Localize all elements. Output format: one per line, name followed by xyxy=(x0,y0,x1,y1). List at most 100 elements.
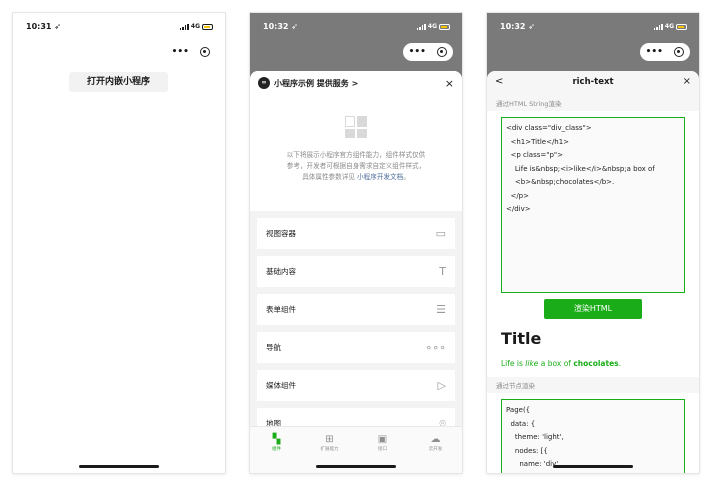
tab-label: 接口 xyxy=(378,447,387,452)
text-icon: T xyxy=(439,265,446,278)
rendered-italic-text: like xyxy=(525,359,539,368)
code-line: theme: 'light', xyxy=(506,433,564,441)
more-dots-icon: ∘∘∘ xyxy=(425,341,446,354)
mini-program-capsule: ••• xyxy=(403,43,453,61)
code-line: Life is&nbsp;<i>like</i>&nbsp;a box of xyxy=(506,164,655,173)
play-icon: ▷ xyxy=(437,379,446,392)
code-line: <p class="p"> xyxy=(506,151,563,159)
status-bar: 10:32 ➶ 4G xyxy=(250,13,462,41)
code-line: Page({ xyxy=(506,406,531,414)
list-item[interactable]: 媒体组件 ▷ xyxy=(257,370,455,401)
mini-program-logo-icon: ∞ xyxy=(258,77,270,89)
page-nav-bar: < rich-text × xyxy=(487,71,699,95)
tab-label: 组件 xyxy=(272,447,281,452)
list-item[interactable]: 基础内容 T xyxy=(257,256,455,287)
code-line: <b>&nbsp;chocolates</b>. xyxy=(506,178,615,186)
sheet-header[interactable]: ∞ 小程序示例 提供服务 > × xyxy=(250,71,462,95)
home-indicator[interactable] xyxy=(79,465,159,468)
list-item-label: 基础内容 xyxy=(266,267,296,276)
component-category-list: 视图容器 ▭ 基础内容 T 表单组件 ☰ 导航 ∘∘∘ 媒体组件 ▷ 地图 ⌾ xyxy=(250,218,462,439)
component-icon: ▚ xyxy=(272,434,281,445)
page-title: rich-text xyxy=(572,77,614,87)
status-time: 10:32 ➶ xyxy=(263,22,298,31)
more-dots-icon[interactable]: ••• xyxy=(172,47,189,57)
list-item-label: 导航 xyxy=(266,343,281,352)
network-status: 4G xyxy=(179,23,213,30)
rendered-title: Title xyxy=(501,329,542,348)
rich-text-page: < rich-text × 通过HTML String渲染 <div class… xyxy=(487,71,699,473)
code-line: </div> xyxy=(506,205,531,213)
list-item[interactable]: 表单组件 ☰ xyxy=(257,294,455,325)
more-dots-icon[interactable]: ••• xyxy=(409,47,426,57)
phone-screen-3: 10:32 ➶ 4G ••• < rich-text × 通过HTML Stri… xyxy=(487,13,699,473)
section-label-html-string: 通过HTML String渲染 xyxy=(487,95,699,111)
open-embedded-mini-program-button[interactable]: 打开内嵌小程序 xyxy=(69,72,168,92)
close-target-icon[interactable] xyxy=(437,47,448,57)
network-status: 4G xyxy=(416,23,450,30)
battery-icon xyxy=(439,23,450,30)
code-line: </p> xyxy=(506,191,529,200)
components-logo-icon xyxy=(345,116,367,138)
tab-cloud[interactable]: ☁ 云开发 xyxy=(416,434,456,473)
status-bar: 10:31 ➶ 4G xyxy=(13,13,225,41)
nodes-textarea[interactable]: Page({ data: { theme: 'light', nodes: [{… xyxy=(501,399,685,473)
list-item-label: 媒体组件 xyxy=(266,381,296,390)
section-label-nodes: 通过节点渲染 xyxy=(487,377,699,393)
intro-text: 以下将展示小程序官方组件能力，组件样式仅供 参考，开发者可根据自身需求自定义组件… xyxy=(268,150,444,183)
intro-section: 以下将展示小程序官方组件能力，组件样式仅供 参考，开发者可根据自身需求自定义组件… xyxy=(250,95,462,211)
location-arrow-icon: ➶ xyxy=(291,22,298,31)
dev-docs-link[interactable]: 小程序开发文档 xyxy=(357,173,403,181)
list-item-label: 视图容器 xyxy=(266,229,296,238)
location-arrow-icon: ➶ xyxy=(528,22,535,31)
rendered-text: a box of xyxy=(538,359,574,368)
tab-label: 扩展能力 xyxy=(320,447,339,452)
status-bar: 10:32 ➶ 4G xyxy=(487,13,699,41)
list-item[interactable]: 视图容器 ▭ xyxy=(257,218,455,249)
home-indicator[interactable] xyxy=(553,465,633,468)
signal-icon xyxy=(653,23,663,30)
signal-icon xyxy=(179,23,189,30)
battery-icon xyxy=(202,23,213,30)
home-indicator[interactable] xyxy=(316,465,396,468)
extension-icon: ⊞ xyxy=(325,434,334,445)
list-item-label: 表单组件 xyxy=(266,305,296,314)
render-html-button[interactable]: 渲染HTML xyxy=(544,299,642,319)
intro-line: 以下将展示小程序官方组件能力，组件样式仅供 xyxy=(286,151,426,159)
code-line: nodes: [{ xyxy=(506,446,548,455)
location-arrow-icon: ➶ xyxy=(54,22,61,31)
list-item[interactable]: 导航 ∘∘∘ xyxy=(257,332,455,363)
rendered-text: . xyxy=(618,359,622,368)
close-icon[interactable]: × xyxy=(445,77,454,90)
network-type: 4G xyxy=(190,23,200,30)
view-container-icon: ▭ xyxy=(435,227,446,240)
mini-program-capsule: ••• xyxy=(166,43,216,61)
cloud-icon: ☁ xyxy=(430,434,441,445)
phone-screen-2: 10:32 ➶ 4G ••• ∞ 小程序示例 提供服务 > × 以下将展示小程序… xyxy=(250,13,462,473)
api-icon: ▣ xyxy=(377,434,388,445)
tab-label: 云开发 xyxy=(428,447,443,452)
embedded-mini-program-sheet: ∞ 小程序示例 提供服务 > × 以下将展示小程序官方组件能力，组件样式仅供 参… xyxy=(250,71,462,473)
network-status: 4G xyxy=(653,23,687,30)
sheet-header-title[interactable]: 小程序示例 提供服务 > xyxy=(274,78,358,89)
more-dots-icon[interactable]: ••• xyxy=(646,47,663,57)
close-target-icon[interactable] xyxy=(200,47,211,57)
intro-line: 参考，开发者可根据自身需求自定义组件样式， xyxy=(286,162,426,170)
battery-icon xyxy=(676,23,687,30)
network-type: 4G xyxy=(427,23,437,30)
html-string-textarea[interactable]: <div class="div_class"> <h1>Title</h1> <… xyxy=(501,117,685,293)
tab-components[interactable]: ▚ 组件 xyxy=(257,434,297,473)
code-line: <h1>Title</h1> xyxy=(506,137,570,146)
intro-line-text: 具体属性参数详见 xyxy=(302,173,355,181)
rendered-bold-text: chocolates xyxy=(573,359,619,368)
mini-program-capsule: ••• xyxy=(640,43,690,61)
close-icon[interactable]: × xyxy=(683,76,691,87)
phone-screen-1: 10:31 ➶ 4G ••• 打开内嵌小程序 xyxy=(13,13,225,473)
intro-line: 具体属性参数详见 小程序开发文档。 xyxy=(268,172,444,183)
signal-icon xyxy=(416,23,426,30)
list-icon: ☰ xyxy=(436,303,446,316)
close-target-icon[interactable] xyxy=(674,47,685,57)
code-line: <div class="div_class"> xyxy=(506,124,592,132)
rendered-paragraph: Life is like a box of chocolates. xyxy=(487,348,699,377)
network-type: 4G xyxy=(664,23,674,30)
status-time: 10:32 ➶ xyxy=(500,22,535,31)
